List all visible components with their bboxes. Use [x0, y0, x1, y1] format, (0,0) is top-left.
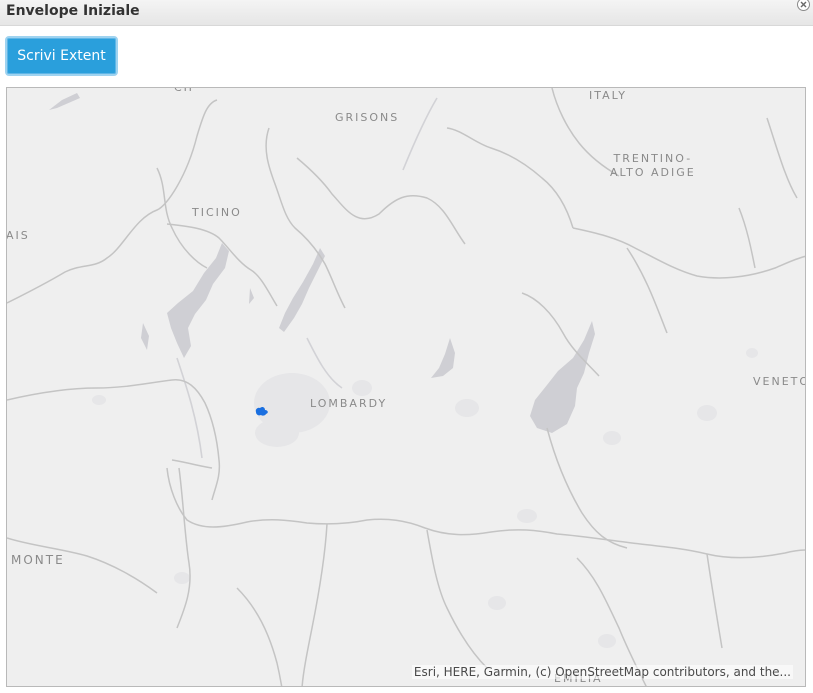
map-label-trentino-line1: TRENTINO- — [613, 152, 693, 165]
map-attribution: Esri, HERE, Garmin, (c) OpenStreetMap co… — [411, 665, 793, 679]
dialog-title: Envelope Iniziale — [6, 3, 140, 19]
map-view[interactable]: ITALY GRISONS TRENTINO- ALTO ADIGE TICIN… — [6, 87, 806, 687]
map-label-ch: CH — [174, 87, 194, 94]
map-label-piemonte: MONTE — [11, 553, 65, 567]
map-label-veneto: VENETO — [753, 375, 806, 388]
map-label-valais: AIS — [6, 229, 30, 242]
write-extent-button[interactable]: Scrivi Extent — [5, 36, 118, 76]
map-label-lombardy: LOMBARDY — [310, 397, 388, 410]
map-label-trentino: TRENTINO- ALTO ADIGE — [610, 152, 696, 180]
location-marker-icon[interactable] — [254, 405, 270, 419]
close-icon[interactable] — [797, 0, 810, 11]
envelope-dialog: Envelope Iniziale Scrivi Extent ITALY GR… — [0, 0, 813, 693]
map-label-trentino-line2: ALTO ADIGE — [610, 166, 696, 179]
map-label-italy: ITALY — [589, 89, 628, 102]
map-label-grisons: GRISONS — [335, 111, 400, 124]
map-label-ticino: TICINO — [192, 206, 242, 219]
dialog-titlebar: Envelope Iniziale — [0, 0, 813, 26]
